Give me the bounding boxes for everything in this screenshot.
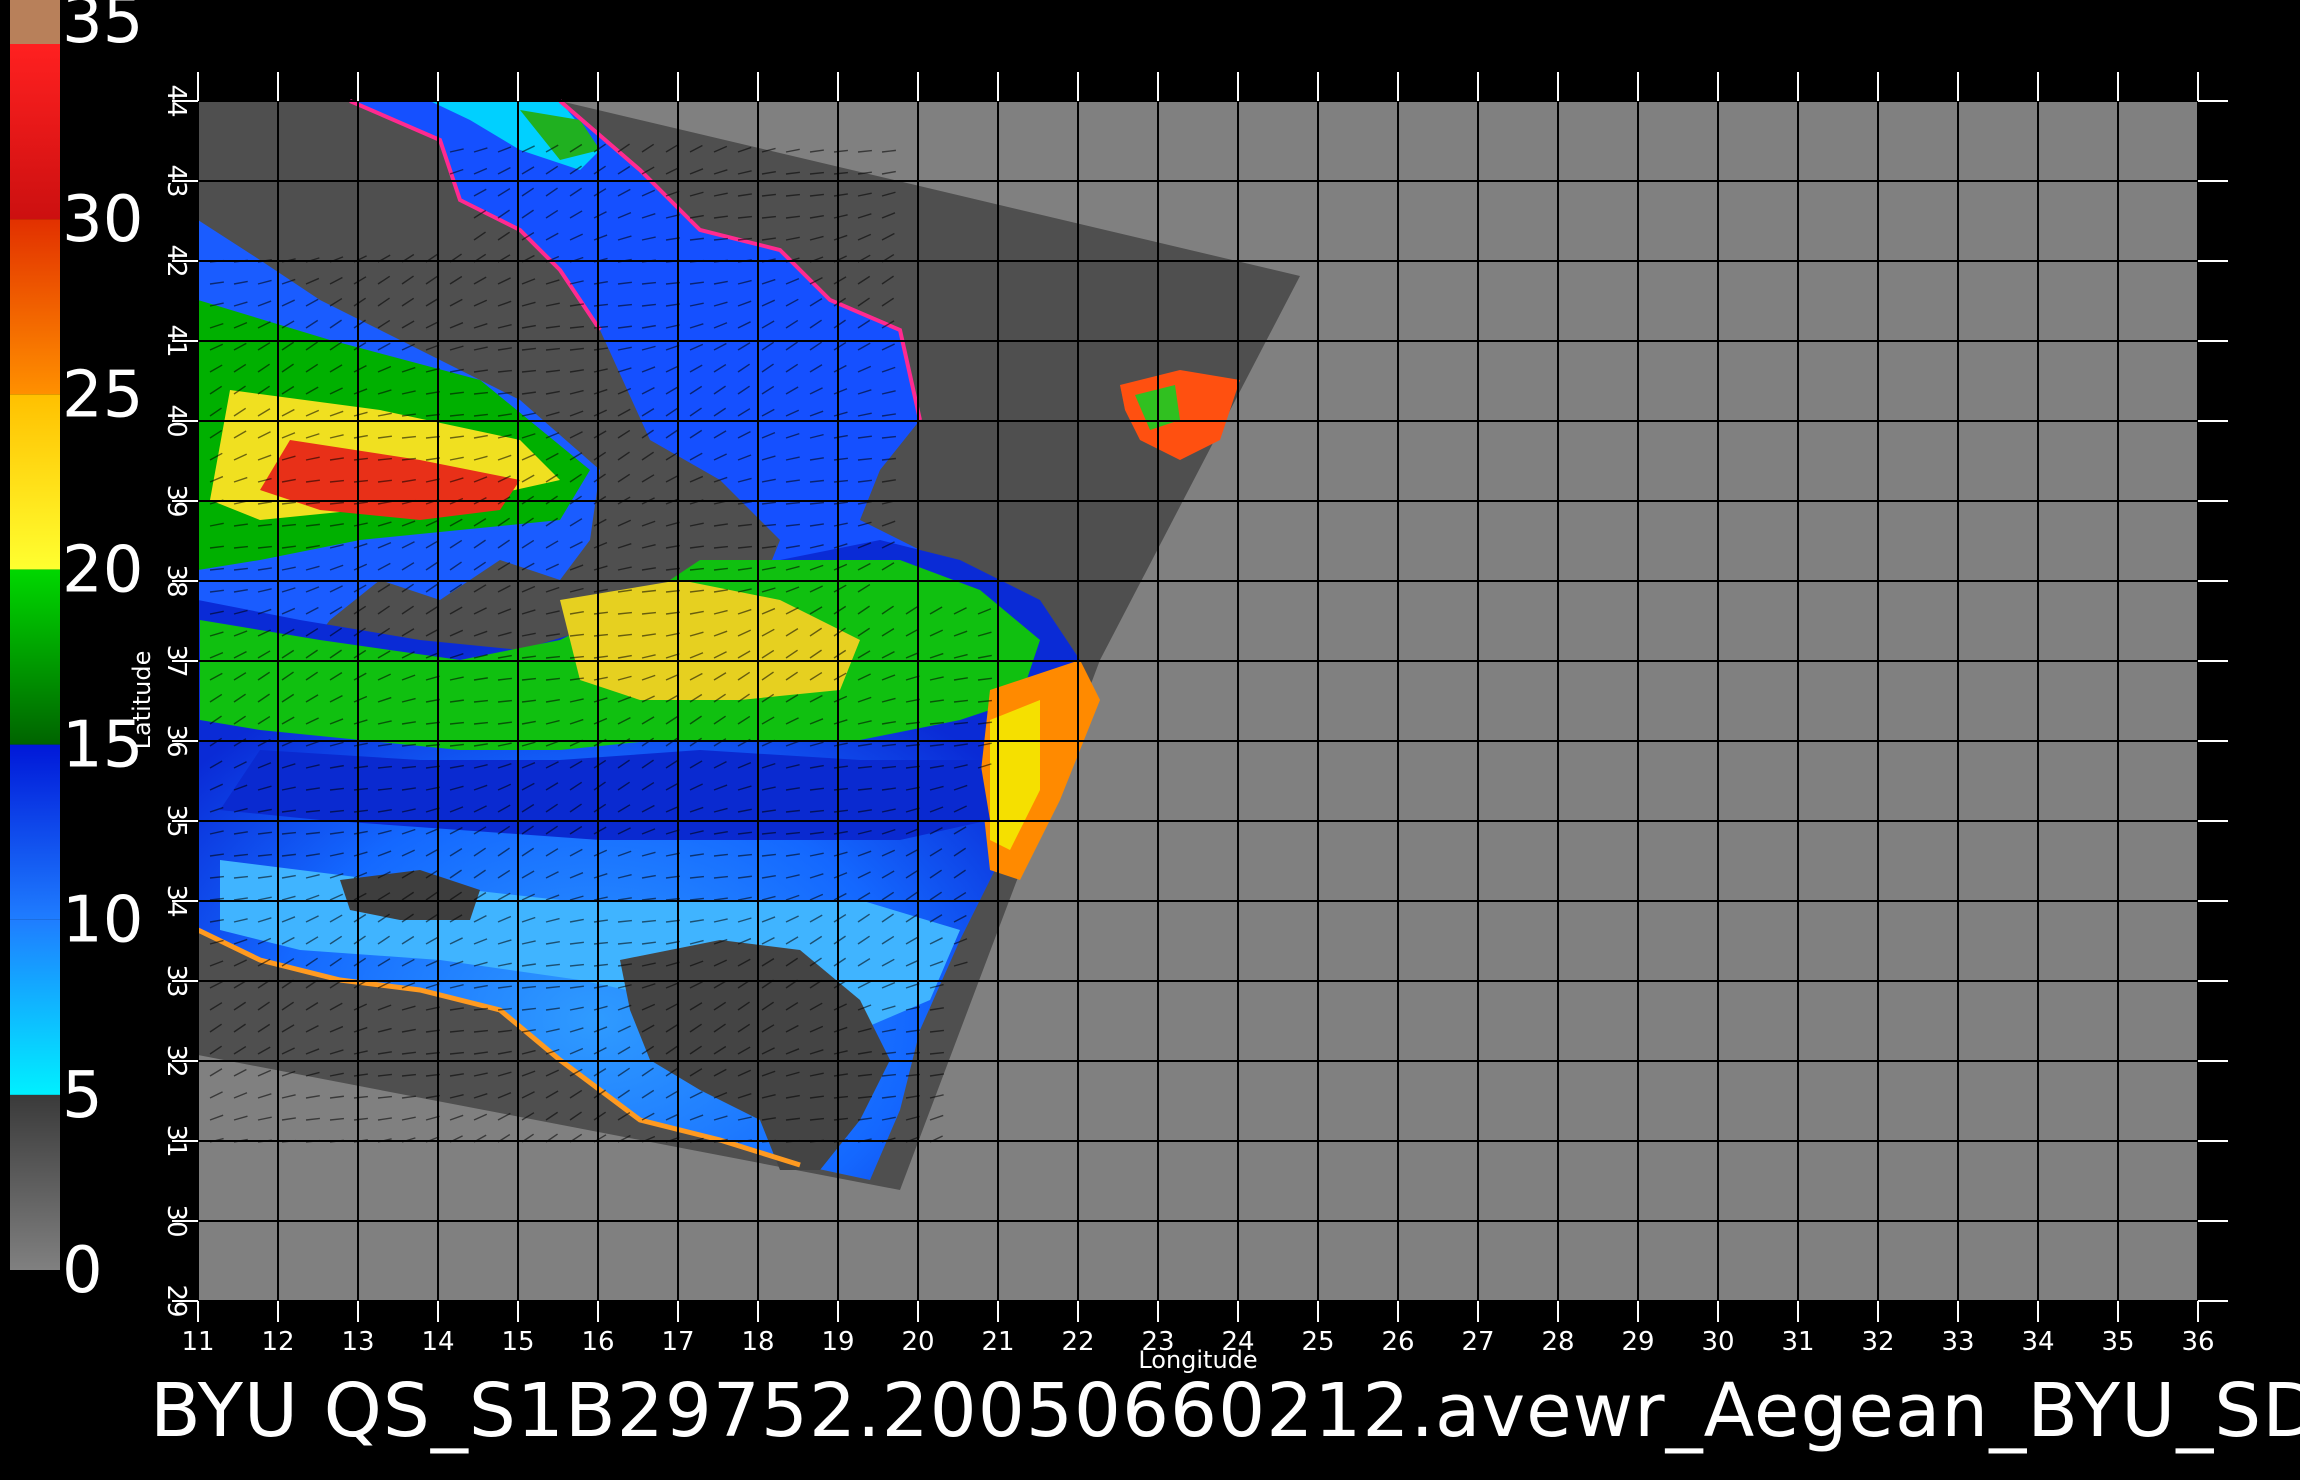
lon-tick-label: 36 bbox=[2181, 1327, 2214, 1357]
lat-tick-label: 31 bbox=[161, 1124, 191, 1157]
latitude-tick-labels: 29 30 31 32 33 34 35 36 37 38 39 40 41 42 43 44 bbox=[161, 84, 191, 1317]
lon-tick-label: 26 bbox=[1381, 1327, 1414, 1357]
lon-tick-label: 12 bbox=[261, 1327, 294, 1357]
lat-tick-label: 41 bbox=[161, 324, 191, 357]
lat-tick-label: 42 bbox=[161, 244, 191, 277]
lon-tick-label: 11 bbox=[181, 1327, 214, 1357]
lon-tick-label: 21 bbox=[981, 1327, 1014, 1357]
lat-tick-label: 33 bbox=[161, 964, 191, 997]
wind-speed-map-figure: 35 30 25 20 15 10 5 0 11 12 13 14 15 16 17 18 1… bbox=[10, 0, 2300, 1454]
lat-tick-label: 39 bbox=[161, 484, 191, 517]
y-axis-title: Latitude bbox=[128, 651, 156, 750]
lat-tick-label: 40 bbox=[161, 404, 191, 437]
colorbar-segment-0-5 bbox=[10, 1094, 60, 1270]
lon-tick-label: 16 bbox=[581, 1327, 614, 1357]
colorbar-segment-15-20 bbox=[10, 569, 60, 745]
lat-tick-label: 36 bbox=[161, 724, 191, 757]
colorbar-segments bbox=[10, 44, 60, 1270]
colorbar-cap bbox=[10, 0, 60, 44]
lon-tick-label: 28 bbox=[1541, 1327, 1574, 1357]
lat-tick-label: 29 bbox=[161, 1284, 191, 1317]
lon-tick-label: 33 bbox=[1941, 1327, 1974, 1357]
map-plot: 11 12 13 14 15 16 17 18 19 20 21 22 23 24 25 26 27 28 29 30… bbox=[161, 72, 2228, 1357]
lon-tick-label: 22 bbox=[1061, 1327, 1094, 1357]
lon-tick-label: 19 bbox=[821, 1327, 854, 1357]
lon-tick-label: 34 bbox=[2021, 1327, 2054, 1357]
lon-tick-label: 18 bbox=[741, 1327, 774, 1357]
lon-tick-label: 29 bbox=[1621, 1327, 1654, 1357]
lat-tick-label: 38 bbox=[161, 564, 191, 597]
image-filename-title: BYU QS_S1B29752.20050660212.avewr_Aegean… bbox=[150, 1368, 2300, 1454]
lat-tick-label: 32 bbox=[161, 1044, 191, 1077]
colorbar-segment-30-35 bbox=[10, 44, 60, 220]
colorbar-label: 10 bbox=[62, 884, 143, 958]
colorbar-segment-10-15 bbox=[10, 744, 60, 920]
lat-tick-label: 37 bbox=[161, 644, 191, 677]
colorbar-label: 20 bbox=[62, 533, 143, 607]
colorbar-label: 5 bbox=[62, 1059, 103, 1133]
lon-tick-label: 13 bbox=[341, 1327, 374, 1357]
lat-tick-label: 30 bbox=[161, 1204, 191, 1237]
lat-tick-label: 35 bbox=[161, 804, 191, 837]
lon-tick-label: 14 bbox=[421, 1327, 454, 1357]
lat-tick-label: 43 bbox=[161, 164, 191, 197]
colorbar-segment-25-30 bbox=[10, 219, 60, 395]
lon-tick-label: 17 bbox=[661, 1327, 694, 1357]
colorbar-segment-5-10 bbox=[10, 919, 60, 1095]
colorbar-segment-20-25 bbox=[10, 394, 60, 570]
lon-tick-label: 25 bbox=[1301, 1327, 1334, 1357]
lon-tick-label: 31 bbox=[1781, 1327, 1814, 1357]
colorbar-label: 0 bbox=[62, 1234, 103, 1308]
colorbar-label: 30 bbox=[62, 183, 143, 257]
lat-tick-label: 34 bbox=[161, 884, 191, 917]
lon-tick-label: 30 bbox=[1701, 1327, 1734, 1357]
colorbar-label: 25 bbox=[62, 358, 143, 432]
lon-tick-label: 20 bbox=[901, 1327, 934, 1357]
colorbar: 35302520151050 bbox=[10, 0, 143, 1308]
lon-tick-label: 32 bbox=[1861, 1327, 1894, 1357]
lon-tick-label: 35 bbox=[2101, 1327, 2134, 1357]
colorbar-label: 35 bbox=[62, 0, 143, 58]
lon-tick-label: 27 bbox=[1461, 1327, 1494, 1357]
lon-tick-label: 15 bbox=[501, 1327, 534, 1357]
lat-tick-label: 44 bbox=[161, 84, 191, 117]
